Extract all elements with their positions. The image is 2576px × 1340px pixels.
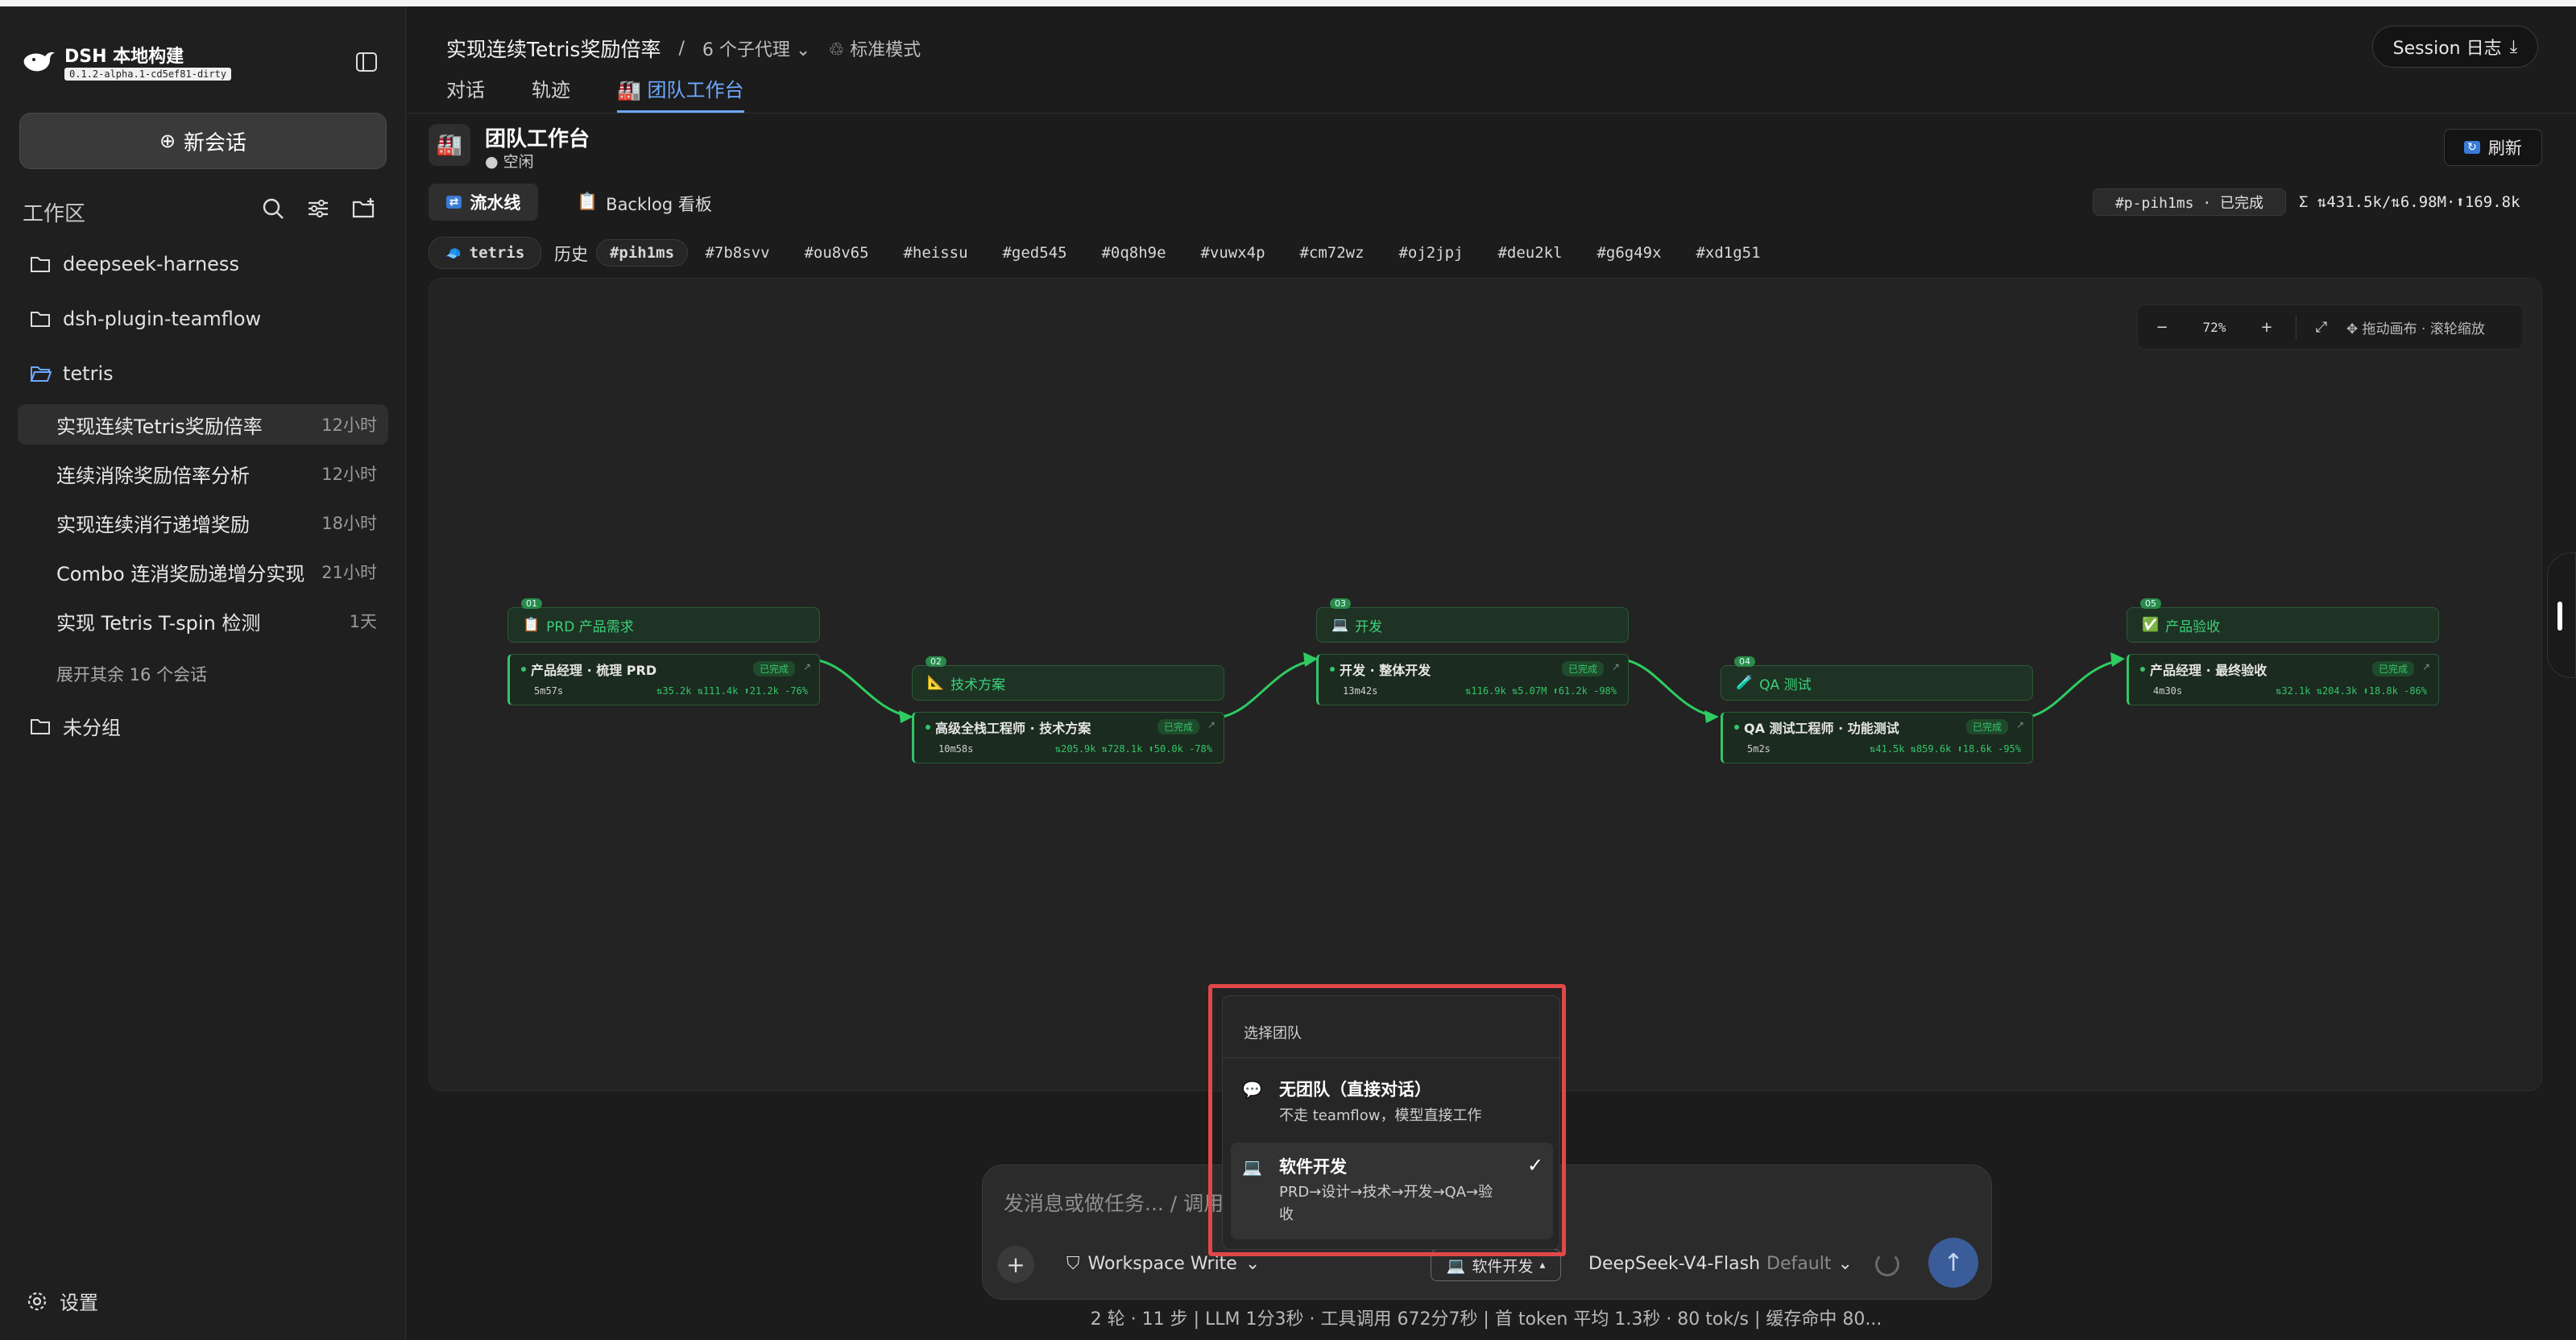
chevron-down-icon: ⌄ [1837, 1254, 1853, 1274]
stage-number: 01 [521, 598, 542, 609]
stage-name: QA 测试 [1759, 676, 1812, 693]
side-panel-handle[interactable] [2547, 552, 2576, 678]
permission-dropdown[interactable]: ⛉ Workspace Write ⌄ [1066, 1254, 1260, 1274]
agent-card[interactable]: 产品经理 · 梳理 PRD 已完成 ↗ 5m57s ⇅35.2k ⇅111.4k ⬆21… [507, 654, 820, 705]
loading-spinner-icon [1875, 1252, 1899, 1276]
stage-header: 01 📋 PRD 产品需求 [507, 598, 820, 643]
agent-tokens: ⇅32.1k ⇅204.3k ⬆18.8k -86% [2276, 685, 2427, 697]
stage-number: 03 [1330, 598, 1351, 609]
clipboard-icon: 📋 [523, 617, 540, 633]
external-link-icon[interactable]: ↗ [2016, 719, 2024, 730]
stage-header: 03 💻 开发 [1316, 598, 1629, 643]
attach-plus-button[interactable]: + [997, 1246, 1034, 1283]
shield-icon: ⛉ [1066, 1254, 1080, 1274]
chevron-down-icon: ⌄ [1245, 1254, 1261, 1274]
external-link-icon[interactable]: ↗ [803, 661, 811, 672]
connector-1-2 [818, 659, 911, 718]
external-link-icon[interactable]: ↗ [1207, 719, 1216, 730]
model-dropdown[interactable]: DeepSeek-V4-Flash Default ⌄ [1588, 1254, 1853, 1274]
agent-tokens: ⇅35.2k ⇅111.4k ⬆21.2k -76% [656, 685, 808, 697]
status-badge: 已完成 [2371, 661, 2414, 676]
arrowhead [2110, 652, 2125, 667]
stage-header: 05 ✅ 产品验收 [2127, 598, 2439, 643]
stage-name: 产品验收 [2165, 618, 2221, 635]
stage-header: 02 📐 技术方案 [912, 656, 1224, 701]
status-badge: 已完成 [1965, 719, 2008, 734]
status-badge: 已完成 [1561, 661, 1604, 676]
connector-4-5 [2029, 659, 2121, 718]
stage-number: 04 [1734, 656, 1755, 667]
agent-card[interactable]: 开发 · 整体开发 已完成 ↗ 13m42s ⇅116.9k ⇅5.07M ⬆61.2k… [1316, 654, 1629, 705]
stage-number: 05 [2140, 598, 2161, 609]
team-select-label: 软件开发 [1472, 1257, 1534, 1276]
arrowhead [1704, 710, 1719, 723]
arrow-up-icon: ↑ [1943, 1248, 1964, 1277]
agent-duration: 10m58s [938, 743, 974, 755]
model-name: DeepSeek-V4-Flash [1588, 1254, 1761, 1274]
laptop-icon: 💻 [1446, 1256, 1466, 1275]
agent-duration: 5m2s [1747, 743, 1770, 755]
agent-card[interactable]: 产品经理 · 最终验收 已完成 ↗ 4m30s ⇅32.1k ⇅204.3k ⬆18.8… [2127, 654, 2439, 705]
stage-name: 技术方案 [950, 676, 1006, 693]
connector-3-4 [1626, 659, 1717, 718]
agent-card[interactable]: QA 测试工程师 · 功能测试 已完成 ↗ 5m2s ⇅41.5k ⇅859.6k ⬆1… [1721, 712, 2033, 763]
agent-duration: 5m57s [534, 685, 564, 697]
model-tag: Default [1766, 1254, 1832, 1274]
connector-2-3 [1222, 659, 1314, 718]
test-tube-icon: 🧪 [1736, 675, 1754, 691]
agent-duration: 4m30s [2153, 685, 2183, 697]
send-button[interactable]: ↑ [1928, 1238, 1978, 1288]
status-badge: 已完成 [752, 661, 795, 676]
agent-tokens: ⇅41.5k ⇅859.6k ⬆18.6k -95% [1870, 743, 2021, 755]
stage-header: 04 🧪 QA 测试 [1721, 656, 2033, 701]
external-link-icon[interactable]: ↗ [1612, 661, 1620, 672]
agent-tokens: ⇅116.9k ⇅5.07M ⬆61.2k -98% [1465, 685, 1617, 697]
ruler-icon: 📐 [927, 675, 945, 691]
agent-duration: 13m42s [1343, 685, 1378, 697]
stage-name: PRD 产品需求 [546, 618, 634, 635]
external-link-icon[interactable]: ↗ [2422, 661, 2430, 672]
session-stats-bar: 2 轮 · 11 步 | LLM 1分3秒 · 工具调用 672分7秒 | 首 … [1090, 1309, 1882, 1330]
check-box-icon: ✅ [2142, 617, 2160, 633]
permission-label: Workspace Write [1087, 1254, 1237, 1274]
stage-name: 开发 [1355, 618, 1383, 635]
highlight-annotation-box [1208, 984, 1566, 1256]
chevron-up-icon: ▴ [1539, 1259, 1546, 1272]
laptop-icon: 💻 [1331, 617, 1349, 633]
agent-card[interactable]: 高级全栈工程师 · 技术方案 已完成 ↗ 10m58s ⇅205.9k ⇅728.1k … [912, 712, 1224, 763]
agent-tokens: ⇅205.9k ⇅728.1k ⬆50.0k -78% [1054, 743, 1212, 755]
status-badge: 已完成 [1157, 719, 1199, 734]
stage-number: 02 [926, 656, 946, 667]
